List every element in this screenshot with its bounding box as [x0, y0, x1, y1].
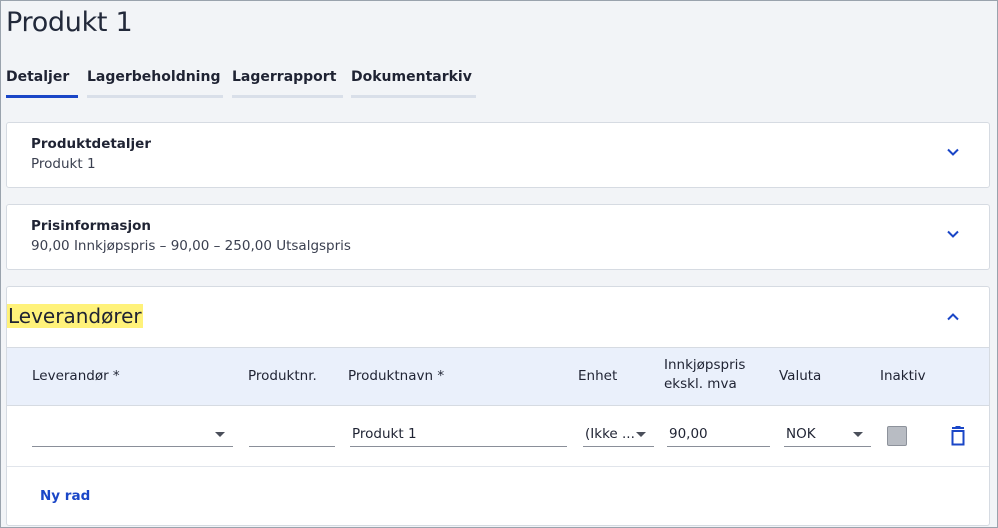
- column-header-supplier: Leverandør *: [32, 368, 120, 384]
- price-info-card[interactable]: Prisinformasjon 90,00 Innkjøpspris – 90,…: [6, 204, 990, 270]
- product-name-value: Produkt 1: [352, 426, 417, 442]
- unit-select-value: (Ikke ...: [585, 426, 635, 442]
- column-header-product-no: Produktnr.: [248, 368, 317, 384]
- inactive-checkbox[interactable]: [887, 426, 907, 446]
- currency-select-value: NOK: [786, 426, 816, 442]
- row-divider: [7, 466, 989, 467]
- trash-icon[interactable]: [949, 426, 967, 446]
- product-no-input[interactable]: [249, 421, 335, 447]
- column-header-inactive: Inaktiv: [880, 368, 926, 384]
- currency-select[interactable]: NOK: [784, 421, 871, 447]
- suppliers-card: Leverandører Leverandør * Produktnr. Pro…: [6, 286, 990, 526]
- column-header-unit: Enhet: [578, 368, 618, 384]
- chevron-down-icon[interactable]: [945, 144, 961, 160]
- purchase-price-input[interactable]: 90,00: [667, 421, 770, 447]
- column-header-product-name: Produktnavn *: [348, 368, 445, 384]
- chevron-up-icon[interactable]: [945, 309, 961, 325]
- column-header-purchase-price: Innkjøpspris ekskl. mva: [664, 356, 745, 394]
- tab-label: Detaljer: [6, 69, 70, 85]
- add-row-button[interactable]: Ny rad: [40, 488, 90, 504]
- product-details-card[interactable]: Produktdetaljer Produkt 1: [6, 122, 990, 188]
- chevron-down-icon[interactable]: [945, 226, 961, 242]
- column-header-purchase-price-line1: Innkjøpspris: [664, 357, 746, 373]
- tab-lagerrapport[interactable]: Lagerrapport: [232, 69, 343, 98]
- column-header-purchase-price-line2: ekskl. mva: [664, 376, 737, 392]
- tab-lagerbeholdning[interactable]: Lagerbeholdning: [87, 69, 223, 98]
- card-title: Produktdetaljer: [31, 136, 151, 152]
- section-title: Leverandører: [7, 304, 143, 328]
- tab-underline: [87, 95, 223, 98]
- unit-select[interactable]: (Ikke ...: [583, 421, 654, 447]
- tab-detaljer[interactable]: Detaljer: [6, 69, 78, 98]
- tab-underline-active: [6, 95, 78, 98]
- card-title: Prisinformasjon: [31, 218, 151, 234]
- page-title: Produkt 1: [6, 7, 133, 38]
- caret-down-icon: [636, 432, 646, 437]
- card-subtitle: Produkt 1: [31, 156, 96, 172]
- caret-down-icon: [853, 432, 863, 437]
- supplier-select[interactable]: [32, 421, 233, 447]
- purchase-price-value: 90,00: [669, 426, 708, 442]
- tab-underline: [232, 95, 343, 98]
- tab-label: Lagerbeholdning: [87, 69, 221, 85]
- table-header: Leverandør * Produktnr. Produktnavn * En…: [7, 347, 989, 406]
- tab-label: Dokumentarkiv: [351, 69, 472, 85]
- product-name-input[interactable]: Produkt 1: [350, 421, 567, 447]
- caret-down-icon: [215, 432, 225, 437]
- card-subtitle: 90,00 Innkjøpspris – 90,00 – 250,00 Utsa…: [31, 238, 351, 254]
- column-header-currency: Valuta: [779, 368, 822, 384]
- tab-dokumentarkiv[interactable]: Dokumentarkiv: [351, 69, 476, 98]
- tab-underline: [351, 95, 476, 98]
- tab-label: Lagerrapport: [232, 69, 337, 85]
